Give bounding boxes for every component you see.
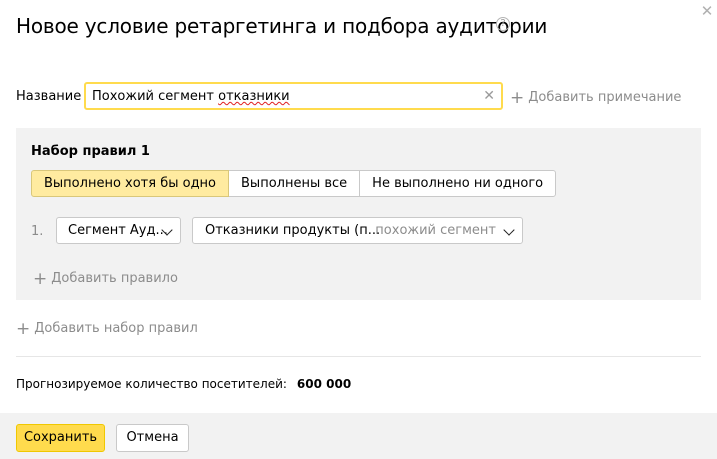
save-button[interactable]: Сохранить: [16, 424, 105, 452]
name-input-value[interactable]: Похожий сегмент отказники: [92, 89, 290, 104]
add-ruleset-link[interactable]: + Добавить набор правил: [16, 319, 198, 339]
question-circle-icon[interactable]: ?: [496, 17, 510, 31]
plus-icon: +: [16, 319, 31, 339]
name-input[interactable]: Похожий сегмент отказники ✕: [84, 82, 503, 110]
chevron-down-icon: [503, 224, 515, 236]
plus-icon: +: [510, 88, 525, 108]
add-rule-label: Добавить правило: [51, 271, 178, 286]
name-value-part1: Похожий сегмент: [92, 89, 219, 104]
divider: [16, 356, 701, 357]
add-note-label: Добавить примечание: [528, 90, 682, 105]
ruleset-panel: Набор правил 1 Выполнено хотя бы одно Вы…: [16, 128, 701, 300]
segment-select[interactable]: Отказники продукты (п... похожий сегмент: [192, 217, 523, 244]
ruleset-title: Набор правил 1: [31, 144, 150, 159]
segment-hint: похожий сегмент: [375, 223, 496, 238]
add-note-link[interactable]: + Добавить примечание: [510, 88, 681, 108]
mode-all-button[interactable]: Выполнены все: [228, 170, 361, 197]
add-ruleset-label: Добавить набор правил: [34, 321, 198, 336]
mode-none-button[interactable]: Не выполнено ни одного: [359, 170, 557, 197]
forecast: Прогнозируемое количество посетителей: 60…: [16, 377, 351, 391]
dialog-title: Новое условие ретаргетинга и подбора ауд…: [16, 14, 548, 38]
add-rule-link[interactable]: + Добавить правило: [33, 269, 178, 289]
segment-value: Отказники продукты (п...: [205, 223, 381, 238]
name-label: Название: [16, 89, 82, 104]
rule-number: 1.: [31, 224, 44, 239]
close-icon[interactable]: ✕: [700, 4, 714, 19]
plus-icon: +: [33, 269, 48, 289]
forecast-value: 600 000: [296, 377, 352, 391]
mode-any-button[interactable]: Выполнено хотя бы одно: [31, 170, 230, 197]
ruleset-mode-group: Выполнено хотя бы одно Выполнены все Не …: [31, 170, 557, 197]
name-value-misspelled: отказники: [218, 89, 290, 104]
cancel-button[interactable]: Отмена: [116, 424, 189, 452]
clear-icon[interactable]: ✕: [483, 89, 495, 103]
retargeting-dialog: Новое условие ретаргетинга и подбора ауд…: [0, 0, 717, 459]
rule-type-select[interactable]: Сегмент Ауд...: [56, 217, 181, 244]
rule-type-value: Сегмент Ауд...: [68, 223, 168, 238]
forecast-label: Прогнозируемое количество посетителей:: [16, 377, 287, 391]
dialog-footer: Сохранить Отмена: [0, 413, 717, 459]
